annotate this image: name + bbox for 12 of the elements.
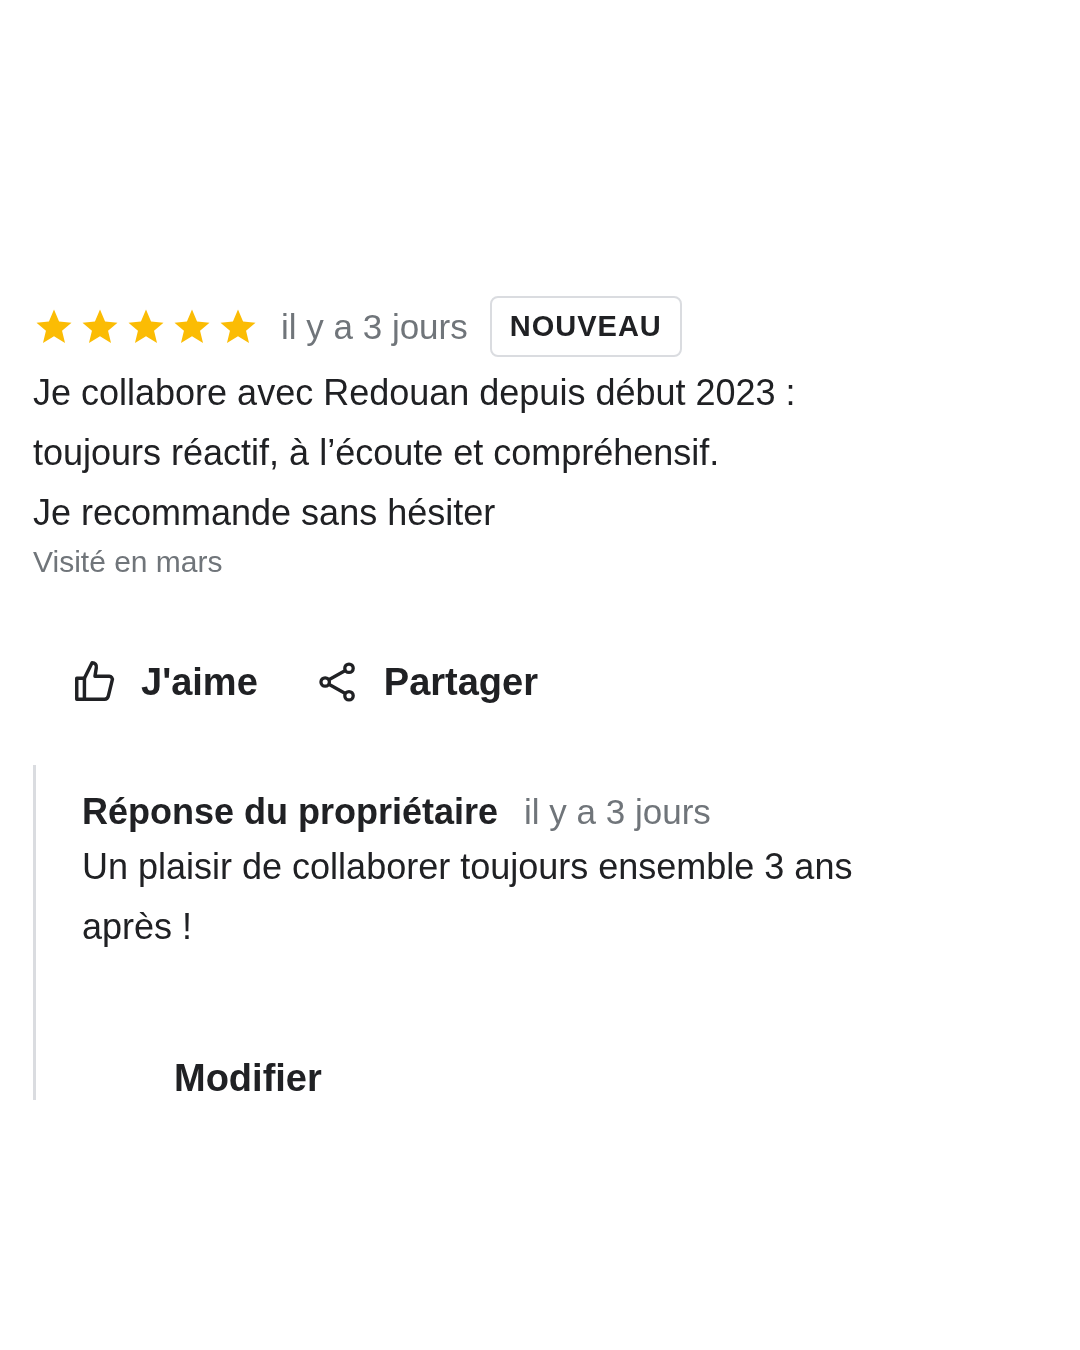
review-time: il y a 3 jours [281, 306, 468, 347]
reply-time: il y a 3 jours [524, 792, 711, 832]
like-button[interactable]: J'aime [67, 649, 262, 715]
review-text: Je recommande sans hésiter [33, 491, 497, 535]
share-button[interactable]: Partager [311, 649, 542, 715]
new-badge: NOUVEAU [489, 296, 682, 357]
review-text: toujours réactif, à l’écoute et compréhensif. [33, 431, 721, 475]
edit-button[interactable]: Modifier [174, 1057, 322, 1100]
review-text: Je collabore avec Redouan depuis début 2023 : [33, 371, 797, 415]
reply-title: Réponse du propriétaire [82, 791, 499, 833]
reply-text: Un plaisir de collaborer toujours ensemble 3 ans après ! [82, 845, 854, 949]
visit-date: Visité en mars [33, 545, 224, 579]
